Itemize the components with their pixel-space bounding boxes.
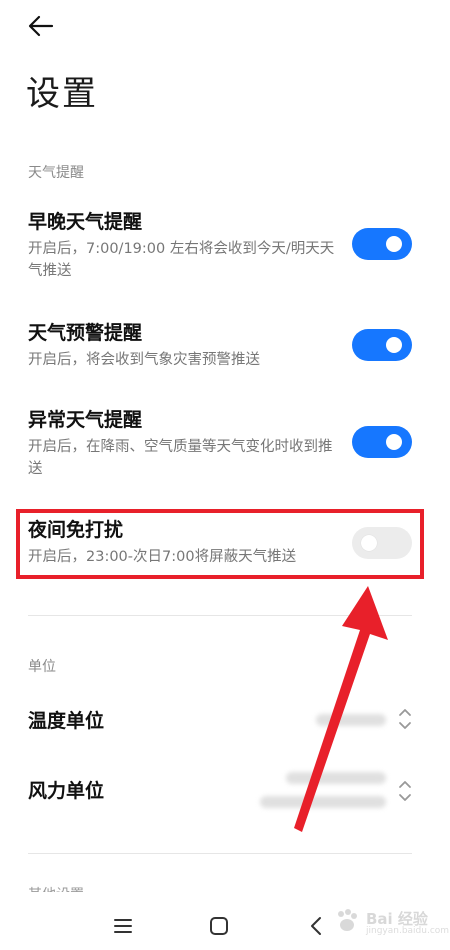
- divider: [28, 853, 412, 854]
- section-label-other: 其他设置: [28, 884, 84, 892]
- watermark: Bai 经验 jingyan.baidu.com: [332, 906, 449, 940]
- annotation-highlight-box: [16, 509, 424, 579]
- toggle-knob: [386, 434, 402, 450]
- toggle-knob: [386, 337, 402, 353]
- nav-home-button[interactable]: [207, 914, 231, 938]
- unit-title: 温度单位: [28, 710, 105, 732]
- home-icon: [210, 917, 228, 935]
- annotation-arrow: [294, 586, 388, 832]
- paw-logo-icon: [338, 909, 357, 931]
- section-label-weather-alert: 天气提醒: [28, 165, 84, 181]
- chevron-updown-icon: [399, 781, 411, 801]
- setting-row-abnormal[interactable]: 异常天气提醒 开启后，在降雨、空气质量等天气变化时收到推送: [28, 408, 412, 480]
- nav-back-button[interactable]: [305, 914, 329, 938]
- unit-title: 风力单位: [28, 780, 105, 802]
- watermark-sub: jingyan.baidu.com: [366, 926, 450, 936]
- setting-description: 开启后，在降雨、空气质量等天气变化时收到推送: [28, 439, 333, 477]
- nav-menu-button[interactable]: [111, 914, 135, 938]
- toggle-knob: [386, 236, 402, 252]
- setting-description: 开启后，将会收到气象灾害预警推送: [28, 352, 260, 368]
- menu-icon: [114, 919, 132, 933]
- setting-description: 开启后，7:00/19:00 左右将会收到今天/明天天气推送: [28, 241, 335, 279]
- setting-title: 异常天气提醒: [28, 409, 143, 431]
- toggle-abnormal[interactable]: [352, 426, 412, 458]
- section-label-units: 单位: [28, 659, 56, 675]
- chevron-updown-icon: [399, 709, 411, 729]
- arrow-left-icon: [28, 15, 54, 37]
- setting-row-morning-evening[interactable]: 早晚天气提醒 开启后，7:00/19:00 左右将会收到今天/明天天气推送: [28, 210, 412, 282]
- back-button[interactable]: [26, 12, 58, 40]
- back-icon: [311, 917, 321, 935]
- page-title: 设置: [26, 74, 98, 114]
- toggle-morning-evening[interactable]: [352, 228, 412, 260]
- setting-row-warning[interactable]: 天气预警提醒 开启后，将会收到气象灾害预警推送: [28, 321, 412, 371]
- setting-title: 早晚天气提醒: [28, 211, 143, 233]
- toggle-warning[interactable]: [352, 329, 412, 361]
